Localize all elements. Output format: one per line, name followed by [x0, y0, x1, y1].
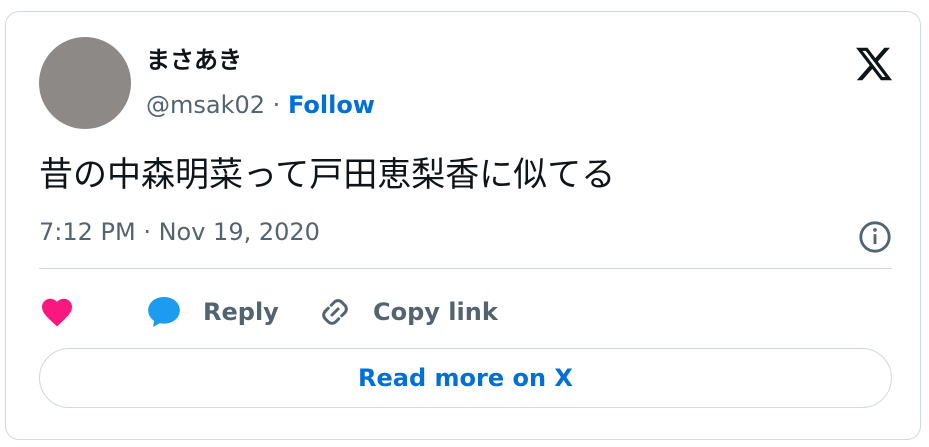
user-handle[interactable]: @msak02	[146, 91, 265, 119]
separator: ·	[272, 91, 281, 119]
reply-bubble-icon	[148, 297, 180, 327]
follow-button[interactable]: Follow	[288, 91, 375, 119]
read-more-label: Read more on X	[358, 364, 573, 392]
user-name[interactable]: まさあき	[146, 45, 242, 75]
heart-icon	[42, 298, 72, 327]
avatar[interactable]	[39, 37, 131, 129]
reply-label: Reply	[203, 298, 279, 326]
reply-button[interactable]: Reply	[144, 290, 279, 334]
tweet-text: 昔の中森明菜って戸田恵梨香に似てる	[39, 155, 616, 195]
info-icon[interactable]	[858, 220, 892, 254]
read-more-button[interactable]: Read more on X	[39, 348, 892, 408]
copy-link-button[interactable]: Copy link	[317, 290, 498, 334]
handle-row: @msak02 · Follow	[146, 90, 375, 120]
copy-link-label: Copy link	[373, 298, 498, 326]
tweet-card: まさあき @msak02 · Follow 昔の中森明菜って戸田恵梨香に似てる …	[5, 11, 921, 440]
link-icon	[322, 299, 348, 325]
like-button[interactable]	[39, 290, 75, 334]
tweet-timestamp[interactable]: 7:12 PM · Nov 19, 2020	[39, 215, 320, 249]
x-logo-icon[interactable]	[854, 44, 894, 84]
divider	[39, 268, 892, 269]
